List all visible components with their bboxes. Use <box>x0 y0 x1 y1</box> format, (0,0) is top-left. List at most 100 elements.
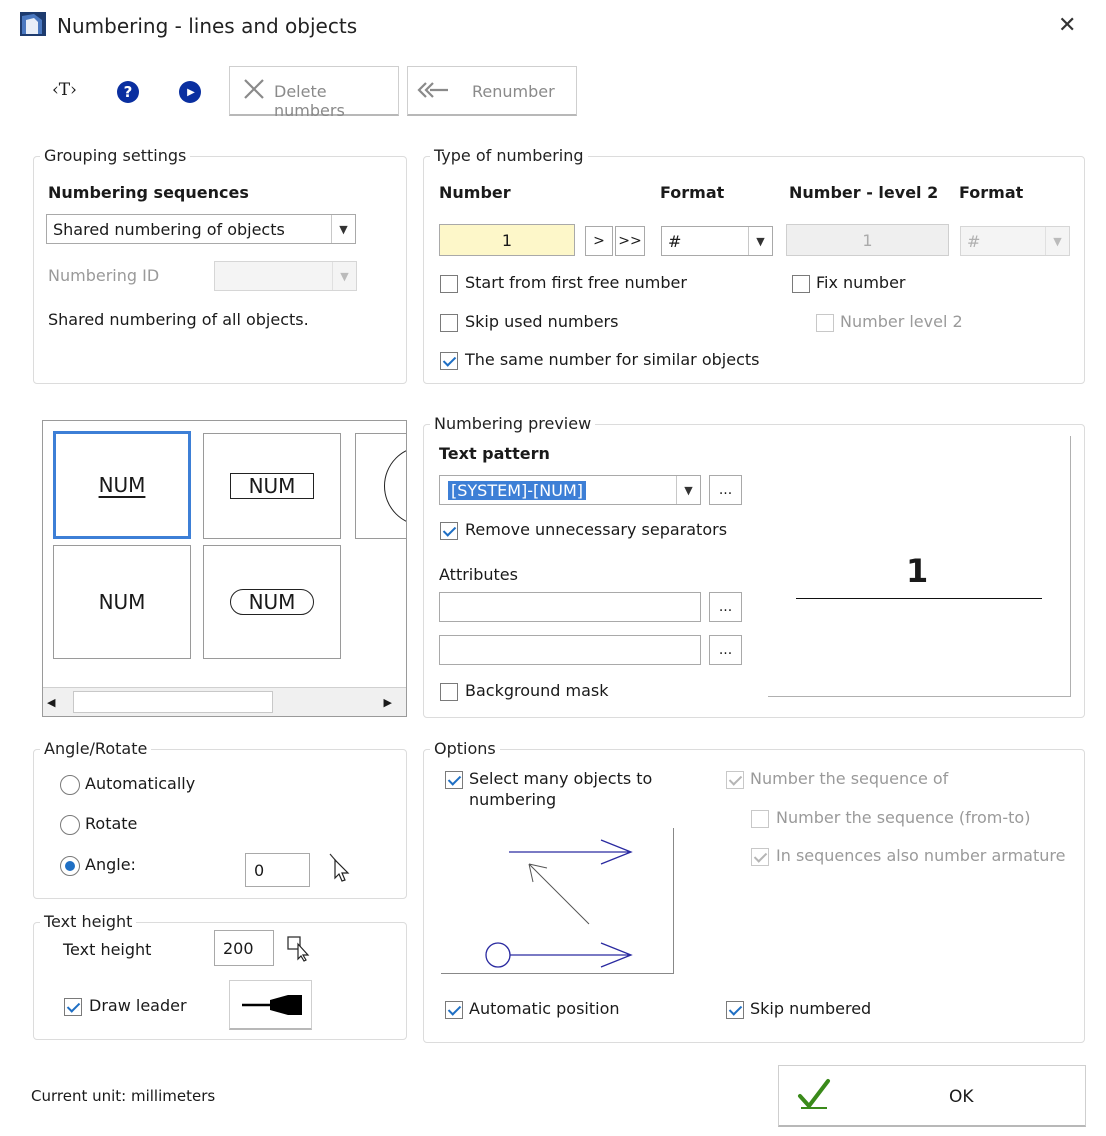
selection-diagram <box>441 828 674 974</box>
text-pattern-value: [SYSTEM]-[NUM] <box>448 480 586 500</box>
numbering-sequence-value: Shared numbering of objects <box>53 219 285 239</box>
text-height-label: Text height <box>63 940 152 959</box>
ok-label: OK <box>949 1087 974 1107</box>
number-sequence-from-to-checkbox[interactable] <box>751 810 769 828</box>
style-tile-label: NUM <box>98 473 146 497</box>
pick-height-icon[interactable] <box>286 934 314 962</box>
draw-leader-checkbox[interactable] <box>64 998 82 1016</box>
skip-used-label: Skip used numbers <box>465 312 619 331</box>
number-level2-checkbox[interactable] <box>816 314 834 332</box>
format-value: # <box>668 231 682 251</box>
format2-value: # <box>967 231 981 251</box>
numbering-sequences-heading: Numbering sequences <box>48 183 249 202</box>
style-tile-underline[interactable]: NUM <box>53 431 191 539</box>
number-input[interactable]: 1 <box>439 224 575 256</box>
automatically-radio[interactable] <box>60 775 80 795</box>
format-select[interactable]: # ▼ <box>661 226 773 256</box>
number-sequence-of-checkbox[interactable] <box>726 771 744 789</box>
numbering-id-label: Numbering ID <box>48 266 160 285</box>
style-tile-rounded[interactable]: NUM <box>203 545 341 659</box>
text-tool-button[interactable]: ‹T› <box>52 80 82 106</box>
fix-number-checkbox[interactable] <box>792 275 810 293</box>
angle-input[interactable]: 0 <box>245 853 310 887</box>
grouping-settings-legend: Grouping settings <box>40 146 191 165</box>
text-height-legend: Text height <box>40 912 137 931</box>
angle-rotate-legend: Angle/Rotate <box>40 739 152 758</box>
number-sequence-from-to-label: Number the sequence (from-to) <box>776 808 1031 827</box>
leader-arrow-icon <box>242 995 302 1015</box>
delete-icon <box>242 77 266 101</box>
start-first-free-checkbox[interactable] <box>440 275 458 293</box>
numbering-style-gallery: NUM NUM NUM NUM ◀ ▶ <box>42 420 407 717</box>
number-level2-input[interactable]: 1 <box>786 224 949 256</box>
fix-number-label: Fix number <box>816 273 906 292</box>
type-of-numbering-legend: Type of numbering <box>430 146 588 165</box>
remove-separators-checkbox[interactable] <box>440 522 458 540</box>
style-tile-label: NUM <box>98 590 146 614</box>
rotate-label: Rotate <box>85 814 138 833</box>
angle-radio[interactable] <box>60 856 80 876</box>
remove-separators-label: Remove unnecessary separators <box>465 520 728 539</box>
text-height-input[interactable]: 200 <box>214 930 274 966</box>
leader-style-button[interactable] <box>229 980 312 1030</box>
text-pattern-heading: Text pattern <box>439 444 550 463</box>
numbering-sequence-select[interactable]: Shared numbering of objects ▼ <box>46 214 356 244</box>
select-many-checkbox[interactable] <box>445 771 463 789</box>
text-pattern-more-button[interactable]: ... <box>709 475 742 505</box>
start-first-free-label: Start from first free number <box>465 273 687 292</box>
in-sequences-armature-checkbox[interactable] <box>751 848 769 866</box>
format2-select[interactable]: # ▼ <box>960 226 1070 256</box>
style-tile-label: NUM <box>229 589 315 615</box>
skip-used-checkbox[interactable] <box>440 314 458 332</box>
attribute2-input[interactable] <box>439 635 701 665</box>
attribute1-input[interactable] <box>439 592 701 622</box>
gallery-scrollbar[interactable]: ◀ ▶ <box>43 687 406 716</box>
attribute1-more-button[interactable]: ... <box>709 592 742 622</box>
next-number-button[interactable]: > <box>585 226 613 256</box>
checkmark-icon <box>798 1079 830 1110</box>
style-tile-box[interactable]: NUM <box>203 433 341 539</box>
style-tile-plain[interactable]: NUM <box>53 545 191 659</box>
numbering-preview-legend: Numbering preview <box>430 414 596 433</box>
pick-angle-icon[interactable] <box>328 852 352 882</box>
style-tile-label: NUM <box>229 473 315 499</box>
play-icon[interactable]: ▶ <box>179 81 201 103</box>
scroll-thumb[interactable] <box>73 691 273 713</box>
options-legend: Options <box>430 739 500 758</box>
delete-numbers-label: Delete numbers <box>274 82 345 120</box>
chevron-down-icon: ▼ <box>676 476 700 504</box>
format2-heading: Format <box>959 183 1024 202</box>
current-unit-label: Current unit: millimeters <box>31 1087 216 1105</box>
renumber-label: Renumber <box>472 82 555 101</box>
grouping-description: Shared numbering of all objects. <box>48 310 309 329</box>
automatically-label: Automatically <box>85 774 196 793</box>
chevron-down-icon: ▼ <box>1045 227 1069 255</box>
attribute2-more-button[interactable]: ... <box>709 635 742 665</box>
next-all-button[interactable]: >> <box>615 226 645 256</box>
scroll-left-icon[interactable]: ◀ <box>47 696 55 709</box>
number-level2-heading: Number - level 2 <box>789 183 939 202</box>
number-sequence-of-label: Number the sequence of <box>750 769 949 788</box>
format-heading: Format <box>660 183 725 202</box>
rotate-radio[interactable] <box>60 815 80 835</box>
skip-numbered-checkbox[interactable] <box>726 1001 744 1019</box>
delete-numbers-button[interactable]: Delete numbers <box>229 66 399 120</box>
text-pattern-select[interactable]: [SYSTEM]-[NUM] ▼ <box>439 475 701 505</box>
title-bar: Numbering - lines and objects ✕ <box>0 0 1106 52</box>
attributes-label: Attributes <box>439 565 518 584</box>
background-mask-checkbox[interactable] <box>440 683 458 701</box>
same-number-checkbox[interactable] <box>440 352 458 370</box>
chevron-down-icon: ▼ <box>748 227 772 255</box>
ok-button[interactable]: OK <box>778 1065 1086 1127</box>
scroll-right-icon[interactable]: ▶ <box>384 696 392 709</box>
renumber-button[interactable]: Renumber <box>407 66 577 116</box>
chevron-down-icon: ▼ <box>331 215 355 243</box>
select-many-label-line2: numbering <box>469 790 557 809</box>
angle-label: Angle: <box>85 855 136 874</box>
help-icon[interactable]: ? <box>117 81 139 103</box>
numbering-id-select[interactable]: ▼ <box>214 261 357 291</box>
automatic-position-checkbox[interactable] <box>445 1001 463 1019</box>
style-tile-circle[interactable] <box>355 433 406 539</box>
preview-line <box>796 598 1042 599</box>
close-icon[interactable]: ✕ <box>1058 14 1076 38</box>
